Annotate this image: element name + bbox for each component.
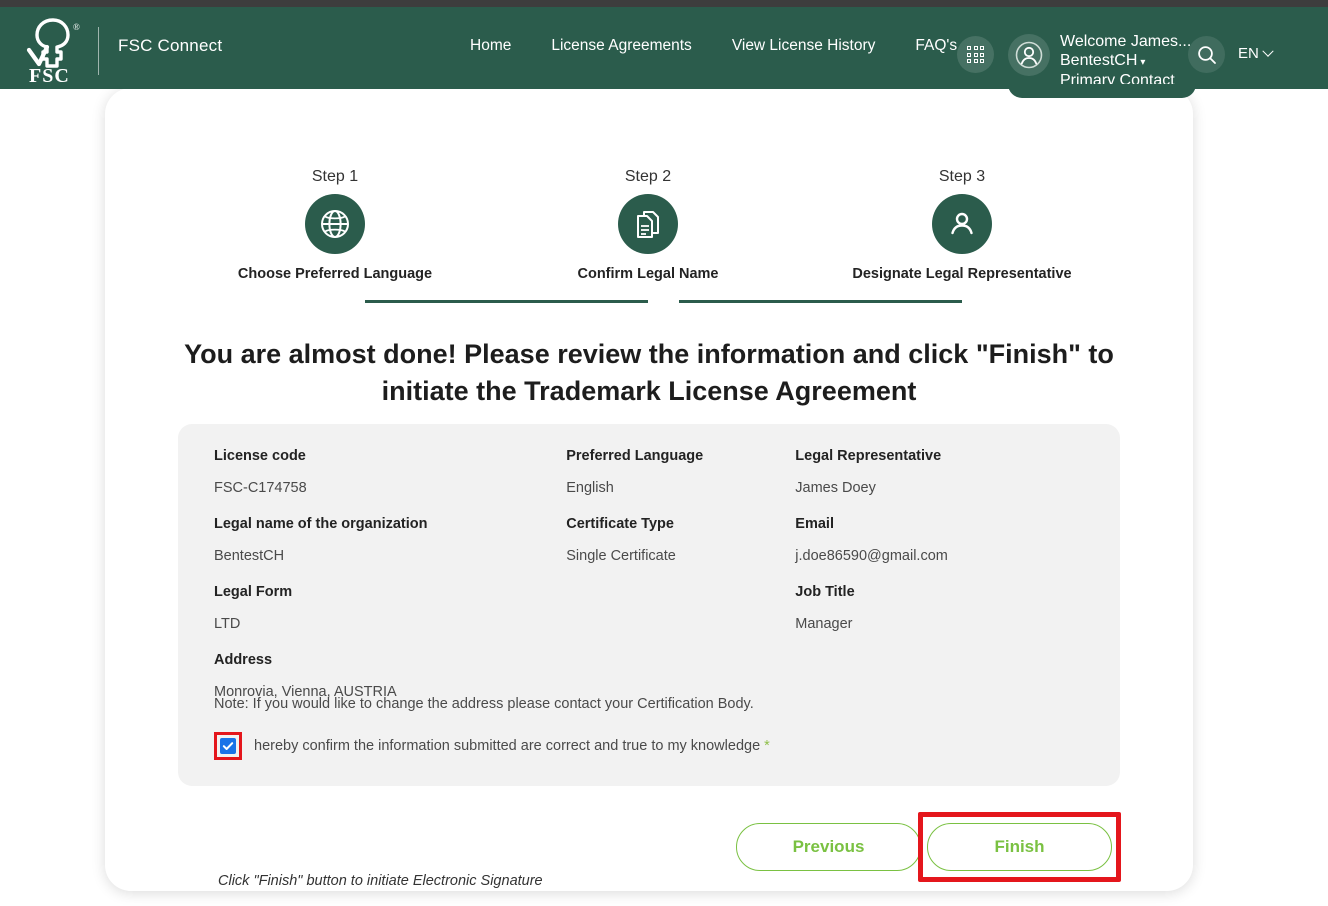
field-value-job-title: Manager	[795, 616, 853, 632]
user-welcome-line: Welcome James...	[1060, 33, 1192, 50]
stepper-step-3-title: Designate Legal Representative	[852, 266, 1072, 282]
field-label-license-code: License code	[214, 448, 306, 464]
confirmation-row: hereby confirm the information submitted…	[214, 732, 770, 760]
stepper-step-3-label: Step 3	[938, 168, 986, 185]
stepper-step-2-title: Confirm Legal Name	[577, 266, 719, 282]
documents-icon	[618, 194, 678, 254]
fsc-logo[interactable]: ® FSC	[20, 11, 92, 87]
page-title: You are almost done! Please review the i…	[184, 339, 1114, 406]
user-menu[interactable]: Welcome James... BentestCH ▾ Primary Cont…	[1060, 33, 1191, 91]
language-label: EN	[1238, 45, 1259, 62]
stepper-step-1-label: Step 1	[311, 168, 359, 185]
grid-icon-glyph	[967, 46, 984, 63]
field-value-legal-form: LTD	[214, 616, 241, 632]
header-divider	[98, 27, 99, 75]
field-label-preferred-language: Preferred Language	[566, 448, 704, 464]
field-label-legal-form: Legal Form	[214, 584, 293, 600]
field-value-legal-name: BentestCH	[214, 548, 285, 564]
finish-hint: Click "Finish" button to initiate Electr…	[218, 873, 543, 889]
nav-item-home[interactable]: Home	[470, 37, 511, 55]
main-nav: Home License Agreements View License His…	[470, 37, 957, 55]
checkbox-highlight-box	[214, 732, 242, 760]
wizard-stepper: Step 1 Choose Preferred Language Step 2	[105, 168, 1193, 303]
review-column-3: Legal Representative James Doey Email j.…	[795, 448, 1084, 720]
review-column-1: License code FSC-C174758 Legal name of t…	[214, 448, 566, 720]
stepper-connector-2	[679, 300, 962, 303]
required-marker: *	[764, 738, 770, 754]
user-org-line[interactable]: BentestCH ▾	[1060, 52, 1191, 73]
review-column-2: Preferred Language English Certificate T…	[566, 448, 795, 720]
field-value-certificate-type: Single Certificate	[566, 548, 676, 564]
language-selector[interactable]: EN	[1238, 45, 1274, 62]
page-card: Step 1 Choose Preferred Language Step 2	[105, 88, 1193, 891]
top-accent-strip	[0, 0, 1328, 7]
field-value-license-code: FSC-C174758	[214, 480, 307, 496]
stepper-connector-1	[365, 300, 648, 303]
chevron-down-icon	[1262, 45, 1274, 57]
nav-item-license-agreements[interactable]: License Agreements	[551, 37, 691, 55]
field-value-preferred-language: English	[566, 480, 614, 496]
field-label-address: Address	[214, 652, 273, 668]
stepper-step-1[interactable]: Step 1 Choose Preferred Language	[205, 168, 465, 282]
field-label-email: Email	[795, 516, 834, 532]
nav-item-view-license-history[interactable]: View License History	[732, 37, 876, 55]
confirmation-label: hereby confirm the information submitted…	[254, 738, 770, 754]
review-info-card: License code FSC-C174758 Legal name of t…	[178, 424, 1120, 786]
brand-title: FSC Connect	[118, 36, 223, 55]
person-icon	[932, 194, 992, 254]
stepper-step-2-label: Step 2	[624, 168, 672, 185]
chevron-down-icon: ▾	[1140, 56, 1146, 68]
stepper-step-1-title: Choose Preferred Language	[237, 266, 433, 282]
field-label-certificate-type: Certificate Type	[566, 516, 674, 532]
field-value-email: j.doe86590@gmail.com	[795, 548, 948, 564]
nav-item-faqs[interactable]: FAQ's	[915, 37, 957, 55]
avatar[interactable]	[1008, 34, 1050, 76]
user-org-label: BentestCH	[1060, 51, 1138, 69]
globe-icon	[305, 194, 365, 254]
stepper-step-2[interactable]: Step 2 Confirm Legal Name	[518, 168, 778, 282]
stepper-step-3[interactable]: Step 3 Designate Legal Representative	[832, 168, 1092, 282]
site-header: ® FSC FSC Connect Home License Agreement…	[0, 7, 1328, 89]
field-label-job-title: Job Title	[795, 584, 855, 600]
finish-button[interactable]: Finish	[927, 823, 1112, 871]
grid-icon[interactable]	[957, 36, 994, 73]
field-label-legal-name: Legal name of the organization	[214, 516, 428, 532]
user-menu-tab-extension	[1008, 84, 1196, 98]
field-label-legal-representative: Legal Representative	[795, 448, 942, 464]
field-value-legal-representative: James Doey	[795, 480, 876, 496]
previous-button[interactable]: Previous	[736, 823, 921, 871]
confirmation-checkbox[interactable]	[220, 738, 236, 754]
search-icon[interactable]	[1188, 36, 1225, 73]
review-info-columns: License code FSC-C174758 Legal name of t…	[214, 448, 1084, 720]
svg-text:®: ®	[73, 22, 80, 32]
confirmation-label-text: hereby confirm the information submitted…	[254, 738, 761, 754]
address-change-note: Note: If you would like to change the ad…	[214, 696, 754, 712]
svg-text:FSC: FSC	[29, 65, 70, 84]
